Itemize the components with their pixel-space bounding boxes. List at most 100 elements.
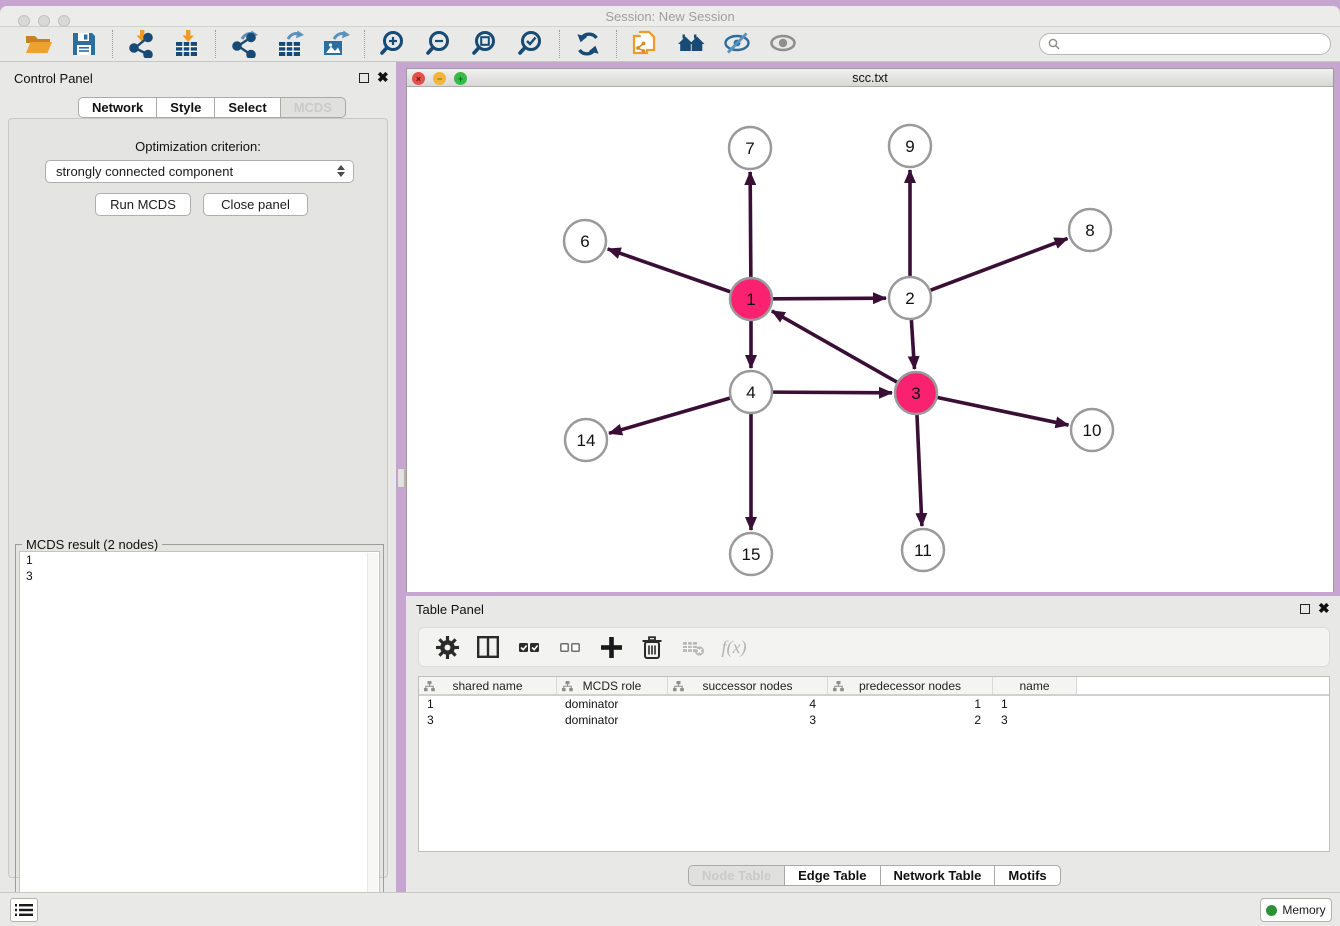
float-panel-icon[interactable] bbox=[1300, 604, 1310, 614]
houses-icon[interactable] bbox=[676, 29, 706, 59]
column-header-name[interactable]: name bbox=[993, 677, 1077, 694]
edge-3-to-1[interactable] bbox=[772, 311, 897, 382]
search-input[interactable] bbox=[1039, 33, 1331, 55]
edge-4-to-14[interactable] bbox=[609, 398, 730, 433]
table-export-icon[interactable] bbox=[275, 29, 305, 59]
plus-icon[interactable] bbox=[599, 635, 623, 659]
cell-name[interactable]: 1 bbox=[993, 696, 1077, 712]
cell-predecessor-nodes[interactable]: 1 bbox=[828, 696, 993, 712]
refresh-arrows-icon[interactable] bbox=[573, 29, 603, 59]
column-header-successor-nodes[interactable]: successor nodes bbox=[668, 677, 828, 694]
tab-node-table[interactable]: Node Table bbox=[688, 865, 785, 886]
table-delete-icon bbox=[681, 635, 705, 659]
memory-label: Memory bbox=[1282, 903, 1325, 917]
network-graph: 7968124314101511 bbox=[407, 88, 1333, 592]
table-panel-title: Table Panel bbox=[416, 602, 484, 617]
node-label-10: 10 bbox=[1083, 421, 1102, 440]
edge-2-to-8[interactable] bbox=[931, 238, 1068, 290]
run-mcds-button[interactable]: Run MCDS bbox=[95, 193, 191, 216]
node-label-14: 14 bbox=[577, 431, 596, 450]
tab-network[interactable]: Network bbox=[78, 97, 157, 118]
eye-slash-icon[interactable] bbox=[722, 29, 752, 59]
magnifier-minus-icon[interactable] bbox=[424, 29, 454, 59]
edge-1-to-7[interactable] bbox=[750, 172, 751, 277]
node-label-11: 11 bbox=[914, 541, 932, 560]
cell-shared-name[interactable]: 3 bbox=[419, 712, 557, 728]
eye-icon[interactable] bbox=[768, 29, 798, 59]
tab-style[interactable]: Style bbox=[157, 97, 215, 118]
network-window-titlebar[interactable]: × − + scc.txt bbox=[407, 69, 1333, 87]
tab-motifs[interactable]: Motifs bbox=[995, 865, 1060, 886]
scrollbar-track[interactable] bbox=[367, 553, 378, 916]
cell-predecessor-nodes[interactable]: 2 bbox=[828, 712, 993, 728]
edge-1-to-2[interactable] bbox=[773, 298, 886, 299]
column-header-label: successor nodes bbox=[702, 679, 792, 693]
hierarchy-icon bbox=[673, 681, 684, 695]
copy-pages-icon[interactable] bbox=[630, 29, 660, 59]
floppy-save-icon[interactable] bbox=[69, 29, 99, 59]
close-panel-icon[interactable]: ✖ bbox=[1318, 600, 1330, 617]
close-panel-icon[interactable]: ✖ bbox=[377, 69, 389, 86]
edge-4-to-3[interactable] bbox=[773, 392, 892, 393]
float-panel-icon[interactable] bbox=[359, 73, 369, 83]
table-row[interactable]: 3dominator323 bbox=[419, 712, 1329, 728]
network-export-icon[interactable] bbox=[229, 29, 259, 59]
memory-button[interactable]: Memory bbox=[1260, 898, 1332, 922]
network-canvas[interactable]: 7968124314101511 bbox=[407, 88, 1333, 592]
table-import-icon[interactable] bbox=[172, 29, 202, 59]
tab-edge-table[interactable]: Edge Table bbox=[785, 865, 880, 886]
edge-2-to-3[interactable] bbox=[911, 320, 914, 369]
network-view-window: × − + scc.txt 7968124314101511 bbox=[406, 68, 1334, 592]
mcds-tab-content: Optimization criterion: strongly connect… bbox=[8, 118, 388, 878]
node-label-2: 2 bbox=[905, 289, 914, 308]
network-window-title: scc.txt bbox=[407, 71, 1333, 85]
mcds-result-list[interactable]: 13 bbox=[19, 551, 380, 918]
gear-icon[interactable] bbox=[435, 635, 459, 659]
image-export-icon[interactable] bbox=[321, 29, 351, 59]
table-row[interactable]: 1dominator411 bbox=[419, 696, 1329, 712]
network-import-icon[interactable] bbox=[126, 29, 156, 59]
magnifier-fit-icon[interactable] bbox=[470, 29, 500, 59]
checkboxes-empty-icon[interactable] bbox=[558, 635, 582, 659]
optimization-criterion-select[interactable]: strongly connected component bbox=[45, 160, 354, 183]
cell-MCDS-role[interactable]: dominator bbox=[557, 712, 668, 728]
cell-successor-nodes[interactable]: 4 bbox=[668, 696, 828, 712]
columns-icon[interactable] bbox=[476, 635, 500, 659]
cell-MCDS-role[interactable]: dominator bbox=[557, 696, 668, 712]
checkboxes-checked-icon[interactable] bbox=[517, 635, 541, 659]
edge-3-to-11[interactable] bbox=[917, 415, 922, 526]
control-panel-tabs: NetworkStyleSelectMCDS bbox=[78, 97, 346, 118]
table-tabs: Node TableEdge TableNetwork TableMotifs bbox=[688, 865, 1061, 886]
mcds-result-group: MCDS result (2 nodes) 13 bbox=[15, 544, 384, 922]
mcds-result-item: 1 bbox=[20, 552, 379, 568]
tab-network-table[interactable]: Network Table bbox=[881, 865, 996, 886]
panel-divider-grip[interactable] bbox=[397, 468, 405, 488]
column-header-predecessor-nodes[interactable]: predecessor nodes bbox=[828, 677, 993, 694]
dropdown-selected-value: strongly connected component bbox=[56, 164, 233, 179]
node-label-15: 15 bbox=[742, 545, 761, 564]
folder-open-icon[interactable] bbox=[23, 29, 53, 59]
toolbar-group bbox=[216, 29, 364, 59]
magnifier-check-icon[interactable] bbox=[516, 29, 546, 59]
trash-icon[interactable] bbox=[640, 635, 664, 659]
node-label-3: 3 bbox=[911, 384, 920, 403]
optimization-criterion-label: Optimization criterion: bbox=[9, 139, 387, 154]
close-panel-button[interactable]: Close panel bbox=[203, 193, 308, 216]
edge-3-to-10[interactable] bbox=[938, 398, 1069, 426]
magnifier-plus-icon[interactable] bbox=[378, 29, 408, 59]
edge-1-to-6[interactable] bbox=[608, 249, 731, 292]
node-label-8: 8 bbox=[1085, 221, 1094, 240]
table-panel: Table Panel ✖ f(x) shared name MCDS role s… bbox=[406, 596, 1340, 892]
column-header-shared-name[interactable]: shared name bbox=[419, 677, 557, 694]
list-icon bbox=[15, 903, 33, 917]
table-toolbar: f(x) bbox=[418, 627, 1330, 667]
cell-successor-nodes[interactable]: 3 bbox=[668, 712, 828, 728]
column-header-MCDS-role[interactable]: MCDS role bbox=[557, 677, 668, 694]
tab-mcds[interactable]: MCDS bbox=[281, 97, 346, 118]
column-header-label: MCDS role bbox=[583, 679, 642, 693]
cell-shared-name[interactable]: 1 bbox=[419, 696, 557, 712]
tab-select[interactable]: Select bbox=[215, 97, 280, 118]
task-history-button[interactable] bbox=[10, 898, 38, 922]
cell-name[interactable]: 3 bbox=[993, 712, 1077, 728]
node-label-9: 9 bbox=[905, 137, 914, 156]
